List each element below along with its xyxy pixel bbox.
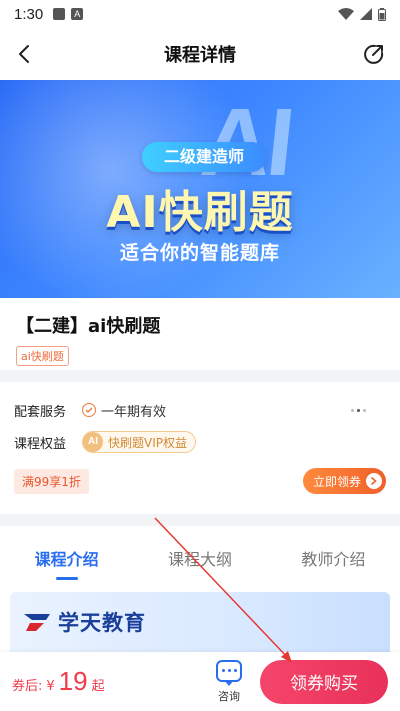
intro-image: 学天教育 [0, 582, 400, 652]
buy-with-coupon-button[interactable]: 领券购买 [260, 659, 388, 704]
support-value: 一年期有效 [101, 404, 167, 420]
price-suffix: 起 [91, 679, 105, 694]
status-time: 1:30 [14, 5, 44, 23]
tab-teacher-intro[interactable]: 教师介绍 [267, 526, 400, 582]
vip-rights-text: 快刷题VIP权益 [108, 435, 187, 450]
course-banner: AI 二级建造师 AI快刷题 适合你的智能题库 [0, 80, 400, 298]
check-circle-icon [82, 403, 96, 417]
more-dots-icon[interactable] [351, 408, 366, 412]
back-button[interactable] [10, 40, 38, 68]
wifi-icon [338, 8, 354, 20]
brand-name: 学天教育 [58, 611, 146, 635]
price-label: 券后: [12, 679, 43, 694]
get-coupon-label: 立即领券 [312, 474, 361, 489]
chevron-right-icon [366, 473, 382, 489]
brand-logo-icon [24, 614, 50, 631]
course-info: 【二建】ai快刷题 ai快刷题 [0, 298, 400, 370]
status-bar: 1:30 A [0, 0, 400, 28]
banner-subtitle: 适合你的智能题库 [119, 242, 280, 264]
consult-button[interactable]: 咨询 [216, 659, 242, 704]
course-badge: ai快刷题 [16, 346, 69, 366]
status-icons-right [338, 7, 386, 21]
share-icon [364, 44, 384, 64]
chevron-left-icon [19, 45, 29, 63]
tab-course-outline[interactable]: 课程大纲 [133, 526, 266, 582]
vip-rights-pill[interactable]: AI 快刷题VIP权益 [82, 431, 196, 453]
service-card: 配套服务 一年期有效 课程权益 AI 快刷题VIP权益 满99享1折 立即领券 [0, 382, 400, 514]
ai-badge-icon: AI [83, 432, 103, 452]
tab-course-intro[interactable]: 课程介绍 [0, 526, 133, 582]
price-currency: ¥ [46, 679, 55, 694]
page-title: 课程详情 [164, 45, 236, 66]
banner-tag: 二级建造师 [142, 142, 266, 172]
status-icons-left: A [53, 8, 84, 20]
rights-label: 课程权益 [14, 436, 67, 452]
battery-icon [378, 7, 386, 21]
rights-row: 课程权益 AI 快刷题VIP权益 [14, 426, 386, 458]
share-button[interactable] [360, 40, 388, 68]
app-header: 课程详情 [0, 28, 400, 80]
coupon-row: 满99享1折 立即领券 [14, 468, 386, 494]
get-coupon-button[interactable]: 立即领券 [302, 468, 386, 494]
consult-label: 咨询 [218, 689, 240, 703]
support-row: 配套服务 一年期有效 [14, 394, 386, 426]
support-label: 配套服务 [14, 404, 67, 420]
brand-card: 学天教育 [10, 592, 390, 652]
price-block: 券后: ¥ 19 起 [12, 666, 105, 697]
gallery-icon [53, 8, 66, 20]
signal-icon [360, 8, 372, 20]
price-value: 19 [58, 666, 88, 696]
course-title: 【二建】ai快刷题 [16, 316, 161, 337]
course-tabs: 课程介绍 课程大纲 教师介绍 [0, 526, 400, 582]
chat-bubble-icon [216, 659, 242, 686]
coupon-tag: 满99享1折 [14, 468, 89, 494]
font-icon: A [71, 8, 84, 20]
banner-headline: AI快刷题 [106, 187, 294, 238]
bottom-bar: 券后: ¥ 19 起 咨询 领券购买 [0, 652, 400, 711]
